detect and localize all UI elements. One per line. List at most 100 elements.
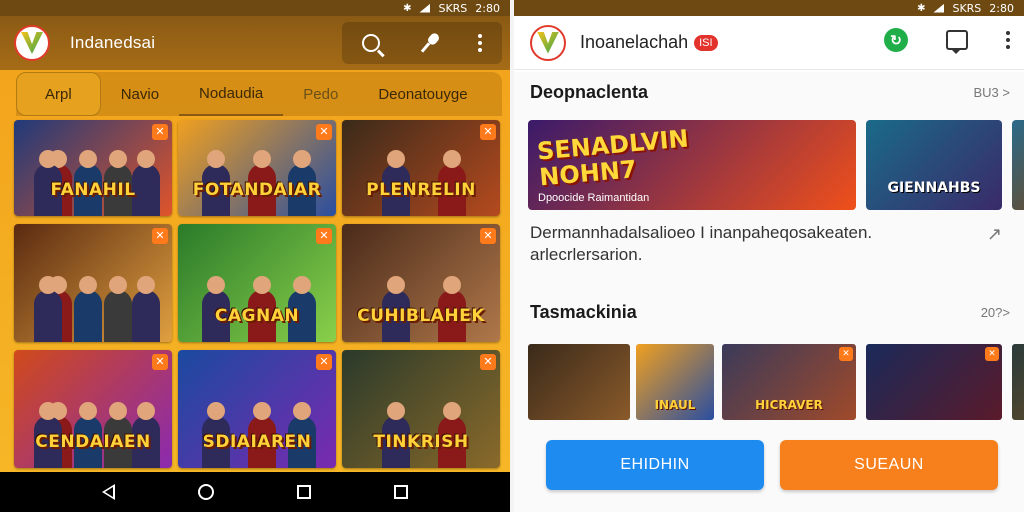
- character-head: [79, 402, 97, 420]
- featured-card[interactable]: GIENNAHBS: [866, 120, 1002, 210]
- screenshot-thumb[interactable]: HICRAVER: [722, 344, 856, 420]
- back-icon[interactable]: [101, 484, 115, 500]
- close-badge-icon[interactable]: [480, 228, 496, 244]
- tab-nodaudia[interactable]: Nodaudia: [179, 72, 284, 116]
- character-head: [109, 150, 127, 168]
- title-badge: ISI: [694, 35, 718, 52]
- close-badge-icon[interactable]: [152, 124, 168, 140]
- arrow-right-icon[interactable]: ↗: [987, 224, 1002, 245]
- status-time: 2:80: [989, 1, 1014, 15]
- chat-icon[interactable]: [946, 30, 968, 54]
- game-title: PLENRELIN: [366, 180, 476, 200]
- screenshot-thumb[interactable]: [866, 344, 1002, 420]
- more-vert-icon[interactable]: [478, 34, 482, 52]
- game-title: TINKRISH: [373, 432, 469, 452]
- app-logo[interactable]: [14, 25, 50, 61]
- status-time: 2:80: [475, 1, 500, 15]
- game-title: CUHIBLAHEK: [357, 306, 485, 326]
- secondary-button[interactable]: SUEAUN: [780, 440, 998, 490]
- featured-carousel: SENADLVIN NOHN7 Dpoocide Raimantidan GIE…: [528, 120, 1024, 210]
- character-head: [137, 276, 155, 294]
- character-head: [109, 402, 127, 420]
- screenshot-thumb[interactable]: [1012, 344, 1024, 420]
- close-badge-icon[interactable]: [152, 354, 168, 370]
- status-bar: ✱ SKRS 2:80: [0, 0, 510, 16]
- close-badge-icon[interactable]: [316, 124, 332, 140]
- game-title: FOTANDAIAR: [192, 180, 322, 200]
- action-buttons: EHIDHIN SUEAUN: [546, 440, 998, 492]
- close-badge-icon[interactable]: [316, 354, 332, 370]
- thumb-title: HICRAVER: [755, 398, 823, 412]
- search-button[interactable]: [362, 34, 380, 52]
- update-icon[interactable]: ↻: [884, 28, 908, 52]
- game-tile[interactable]: CAGNAN: [178, 224, 336, 342]
- character-head: [443, 150, 461, 168]
- screenshot-thumb[interactable]: [528, 344, 630, 420]
- game-title: SDIAIAREN: [202, 432, 312, 452]
- tab-pedo[interactable]: Pedo: [283, 72, 358, 116]
- system-nav-bar: [0, 472, 510, 512]
- character-head: [387, 402, 405, 420]
- close-badge-icon[interactable]: [480, 354, 496, 370]
- featured-card[interactable]: [1012, 120, 1024, 210]
- primary-button[interactable]: EHIDHIN: [546, 440, 764, 490]
- recents-alt-icon[interactable]: [394, 485, 409, 499]
- app-logo[interactable]: [530, 24, 566, 61]
- close-badge-icon[interactable]: [985, 347, 999, 361]
- close-badge-icon[interactable]: [152, 228, 168, 244]
- description-line: Dermannhadalsalioeo I inanpaheqosakeaten…: [530, 223, 873, 242]
- game-tile[interactable]: CUHIBLAHEK: [342, 224, 500, 342]
- game-tile[interactable]: TINKRISH: [342, 350, 500, 468]
- character-head: [39, 150, 57, 168]
- featured-card[interactable]: SENADLVIN NOHN7 Dpoocide Raimantidan: [528, 120, 856, 210]
- tab-navio[interactable]: Navio: [101, 72, 179, 116]
- game-tile[interactable]: [14, 224, 172, 342]
- status-bar: ✱ SKRS 2:80: [514, 0, 1024, 16]
- character-figure: [74, 290, 102, 342]
- character-head: [443, 402, 461, 420]
- tab-arpl[interactable]: Arpl: [16, 72, 101, 116]
- recents-icon[interactable]: [297, 485, 312, 499]
- section-more-link[interactable]: 20?>: [981, 305, 1010, 320]
- character-head: [443, 276, 461, 294]
- game-grid: FANAHIL FOTANDAIAR PLENRELIN CAGNAN CUHI…: [14, 120, 502, 468]
- app-title-text: Inoanelachah: [580, 32, 689, 52]
- left-screen: ✱ SKRS 2:80 Indanedsai Arpl Navio Nodaud…: [0, 0, 510, 512]
- game-tile[interactable]: FANAHIL: [14, 120, 172, 216]
- tab-deonatouyge[interactable]: Deonatouyge: [358, 72, 487, 116]
- close-badge-icon[interactable]: [316, 228, 332, 244]
- description-line: arlecrlersarion.: [530, 245, 643, 264]
- close-badge-icon[interactable]: [839, 347, 853, 361]
- app-bar: Indanedsai: [0, 16, 510, 70]
- character-head: [79, 276, 97, 294]
- close-badge-icon[interactable]: [480, 124, 496, 140]
- game-tile[interactable]: FOTANDAIAR: [178, 120, 336, 216]
- app-title: Inoanelachah ISI: [580, 32, 718, 53]
- more-vert-icon[interactable]: [1006, 31, 1010, 49]
- character-head: [207, 402, 225, 420]
- character-head: [109, 276, 127, 294]
- signal-icon: [419, 3, 431, 13]
- character-head: [79, 150, 97, 168]
- featured-card-title: SENADLVIN NOHN7: [535, 124, 690, 192]
- logo-v-icon: [21, 32, 43, 54]
- app-title: Indanedsai: [70, 33, 156, 52]
- home-icon[interactable]: [197, 484, 214, 500]
- character-head: [39, 276, 57, 294]
- character-figure: [34, 290, 62, 342]
- character-head: [207, 150, 225, 168]
- voice-search-button[interactable]: [420, 33, 438, 53]
- game-title: FANAHIL: [50, 180, 136, 200]
- section-more-link[interactable]: BU3 >: [974, 85, 1011, 100]
- game-tile[interactable]: SDIAIAREN: [178, 350, 336, 468]
- featured-header: Deopnaclenta BU3 >: [530, 82, 1010, 103]
- right-screen: ✱ SKRS 2:80 Inoanelachah ISI ↻ Deopnaclen…: [514, 0, 1024, 512]
- game-tile[interactable]: PLENRELIN: [342, 120, 500, 216]
- character-figure: [104, 290, 132, 342]
- screenshot-thumb[interactable]: INAUL: [636, 344, 714, 420]
- game-title: CENDAIAEN: [35, 432, 151, 452]
- screenshot-strip: INAUL HICRAVER: [528, 344, 1024, 420]
- game-tile[interactable]: CENDAIAEN: [14, 350, 172, 468]
- app-bar-actions: [342, 22, 502, 64]
- logo-v-icon: [537, 31, 559, 54]
